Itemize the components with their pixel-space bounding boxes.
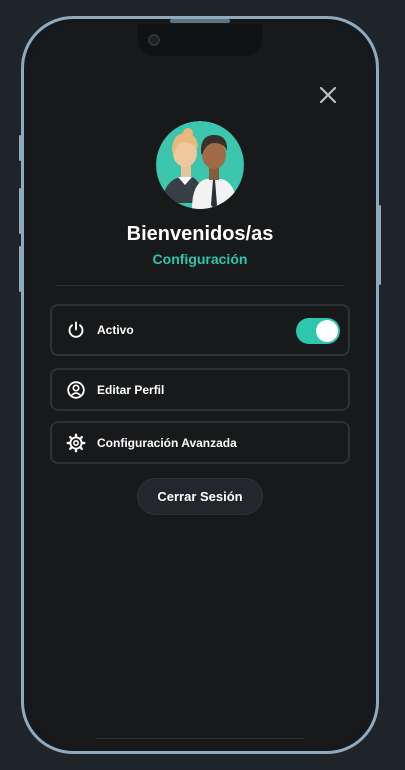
speaker-slit xyxy=(170,19,230,23)
active-toggle[interactable] xyxy=(296,318,340,344)
page-title: Bienvenidos/as xyxy=(126,223,274,245)
logout-button[interactable]: Cerrar Sesión xyxy=(137,478,263,515)
divider xyxy=(56,285,344,286)
gear-icon xyxy=(66,433,86,453)
people-avatar-icon xyxy=(156,121,244,209)
side-button xyxy=(19,135,22,161)
edit-profile-label: Editar Perfil xyxy=(97,382,165,397)
home-indicator xyxy=(95,738,305,739)
close-button[interactable] xyxy=(316,83,340,107)
page-subtitle: Configuración xyxy=(152,251,248,267)
avatar xyxy=(156,121,244,209)
power-icon xyxy=(66,320,86,340)
active-label: Activo xyxy=(97,323,134,337)
user-circle-icon xyxy=(66,380,86,400)
close-icon xyxy=(319,86,337,104)
toggle-knob xyxy=(316,320,338,342)
active-status-item[interactable]: Activo xyxy=(50,304,350,356)
advanced-settings-item[interactable]: Configuración Avanzada xyxy=(50,421,350,464)
edit-profile-item[interactable]: Editar Perfil xyxy=(50,368,350,411)
camera-icon xyxy=(148,34,160,46)
screen: Bienvenidos/as Configuración Activo Edit… xyxy=(0,0,405,770)
advanced-settings-label: Configuración Avanzada xyxy=(97,435,237,450)
